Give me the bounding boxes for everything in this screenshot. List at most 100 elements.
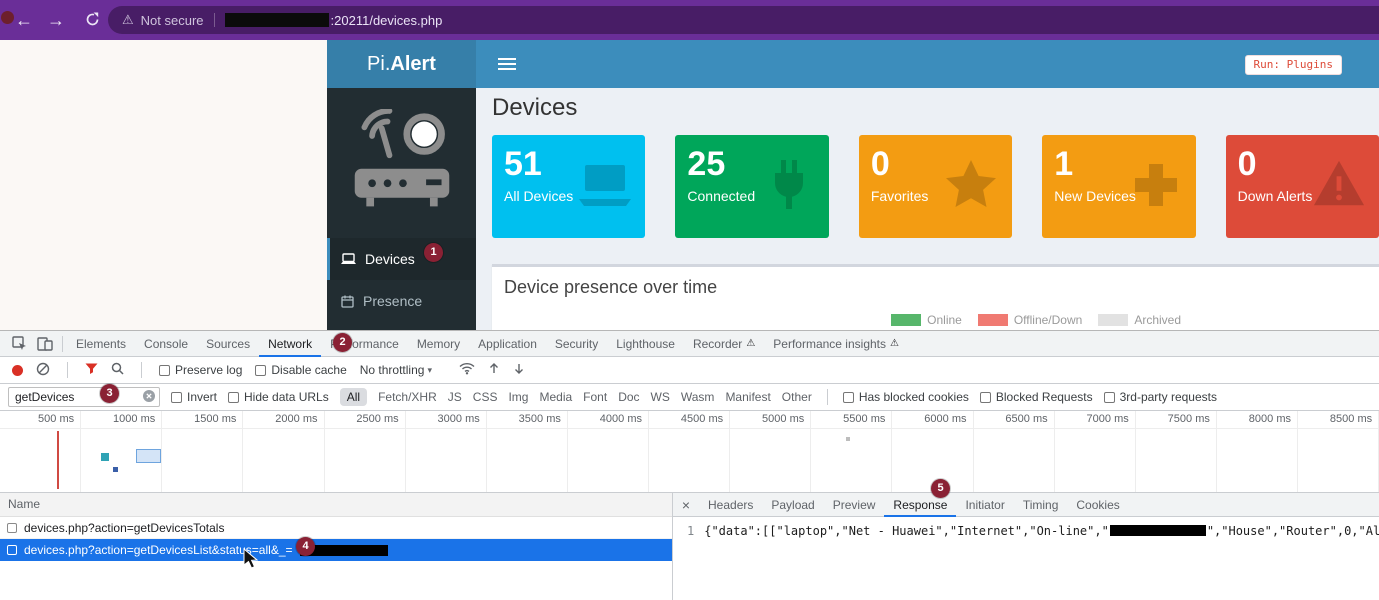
sidebar-item-devices[interactable]: Devices bbox=[327, 238, 476, 280]
filter-type-all[interactable]: All bbox=[340, 388, 367, 406]
clear-button[interactable] bbox=[36, 362, 50, 379]
summary-card-connected[interactable]: 25 Connected bbox=[675, 135, 828, 238]
request-list-header[interactable]: Name bbox=[0, 493, 672, 517]
request-details-panel: × Headers Payload Preview Response Initi… bbox=[672, 493, 1379, 600]
response-suffix: ","House","Router",0,"Always on" bbox=[1207, 524, 1379, 538]
filter-type-doc[interactable]: Doc bbox=[618, 390, 639, 404]
third-party-requests-checkbox[interactable]: 3rd-party requests bbox=[1104, 390, 1217, 404]
network-overview-timeline[interactable]: 500 ms 1000 ms 1500 ms 2000 ms 2500 ms 3… bbox=[0, 411, 1379, 493]
timeline-column: 2000 ms bbox=[243, 411, 324, 492]
details-tab-preview[interactable]: Preview bbox=[824, 493, 885, 517]
checkbox-icon bbox=[171, 392, 182, 403]
legend-item-offline[interactable]: Offline/Down bbox=[978, 313, 1082, 327]
checkbox-icon[interactable] bbox=[7, 523, 17, 533]
presence-panel: Device presence over time Online Offline… bbox=[492, 264, 1379, 330]
details-tab-timing[interactable]: Timing bbox=[1014, 493, 1068, 517]
record-button[interactable] bbox=[12, 365, 23, 376]
filter-type-img[interactable]: Img bbox=[508, 390, 528, 404]
details-tab-cookies[interactable]: Cookies bbox=[1067, 493, 1128, 517]
filter-type-wasm[interactable]: Wasm bbox=[681, 390, 715, 404]
details-tab-headers[interactable]: Headers bbox=[699, 493, 762, 517]
filter-type-fetch-xhr[interactable]: Fetch/XHR bbox=[378, 390, 437, 404]
device-toolbar-icon[interactable] bbox=[32, 337, 58, 351]
devtools-tab-security[interactable]: Security bbox=[546, 331, 607, 357]
invert-checkbox[interactable]: Invert bbox=[171, 390, 217, 404]
request-name: devices.php?action=getDevicesTotals bbox=[24, 521, 224, 535]
import-har-button[interactable] bbox=[488, 362, 500, 378]
devtools-tab-elements[interactable]: Elements bbox=[67, 331, 135, 357]
has-blocked-cookies-checkbox[interactable]: Has blocked cookies bbox=[843, 390, 969, 404]
filter-toggle-button[interactable] bbox=[85, 363, 98, 378]
clear-circle-icon bbox=[143, 390, 155, 402]
devtools-tab-performance-insights[interactable]: Performance insights⚠ bbox=[764, 331, 908, 357]
filter-type-font[interactable]: Font bbox=[583, 390, 607, 404]
filter-type-other[interactable]: Other bbox=[782, 390, 812, 404]
filter-type-manifest[interactable]: Manifest bbox=[725, 390, 770, 404]
legend-swatch-archived bbox=[1098, 314, 1128, 326]
divider bbox=[141, 362, 142, 378]
laptop-icon bbox=[577, 157, 633, 213]
disable-cache-checkbox[interactable]: Disable cache bbox=[255, 363, 346, 377]
page-background bbox=[0, 40, 327, 330]
devtools-tab-recorder[interactable]: Recorder⚠ bbox=[684, 331, 764, 357]
close-icon[interactable]: × bbox=[673, 497, 699, 513]
run-plugins-button[interactable]: Run: Plugins bbox=[1245, 55, 1342, 75]
timeline-column: 2500 ms bbox=[325, 411, 406, 492]
hamburger-menu-icon[interactable] bbox=[498, 63, 516, 65]
filter-type-js[interactable]: JS bbox=[448, 390, 462, 404]
timeline-tick-label: 7000 ms bbox=[1087, 413, 1129, 425]
reload-button[interactable] bbox=[80, 12, 104, 28]
summary-card-down-alerts[interactable]: 0 Down Alerts bbox=[1226, 135, 1379, 238]
throttling-select[interactable]: No throttling▾ bbox=[360, 363, 432, 377]
timeline-column: 7500 ms bbox=[1136, 411, 1217, 492]
hide-data-urls-checkbox[interactable]: Hide data URLs bbox=[228, 390, 329, 404]
disable-cache-label: Disable cache bbox=[271, 363, 346, 377]
devtools-tab-lighthouse[interactable]: Lighthouse bbox=[607, 331, 684, 357]
checkbox-icon[interactable] bbox=[7, 545, 17, 555]
timeline-column: 1500 ms bbox=[162, 411, 243, 492]
legend-label: Archived bbox=[1134, 313, 1181, 327]
network-filter-bar: getDevices Invert Hide data URLs All Fet… bbox=[0, 384, 1379, 411]
legend-item-online[interactable]: Online bbox=[891, 313, 962, 327]
network-conditions-button[interactable] bbox=[459, 362, 475, 378]
network-request-area: Name devices.php?action=getDevicesTotals… bbox=[0, 493, 1379, 600]
clear-filter-button[interactable] bbox=[143, 390, 155, 405]
response-viewer[interactable]: 1 {"data":[["laptop","Net - Huawei","Int… bbox=[673, 517, 1379, 538]
export-har-button[interactable] bbox=[513, 362, 525, 378]
details-tab-payload[interactable]: Payload bbox=[762, 493, 823, 517]
network-filter-input[interactable]: getDevices bbox=[8, 387, 160, 407]
filter-type-css[interactable]: CSS bbox=[473, 390, 498, 404]
sidebar-item-presence[interactable]: Presence bbox=[327, 280, 476, 322]
timeline-request-marker bbox=[846, 437, 850, 441]
details-tab-initiator[interactable]: Initiator bbox=[956, 493, 1013, 517]
timeline-request-marker bbox=[136, 449, 161, 463]
timeline-column: 4000 ms bbox=[568, 411, 649, 492]
request-row-get-devices-totals[interactable]: devices.php?action=getDevicesTotals bbox=[0, 517, 672, 539]
devtools-tab-application[interactable]: Application bbox=[469, 331, 546, 357]
summary-card-favorites[interactable]: 0 Favorites bbox=[859, 135, 1012, 238]
devtools-tab-memory[interactable]: Memory bbox=[408, 331, 469, 357]
devtools-tab-console[interactable]: Console bbox=[135, 331, 197, 357]
search-icon bbox=[111, 362, 124, 375]
summary-card-all-devices[interactable]: 51 All Devices bbox=[492, 135, 645, 238]
reload-icon bbox=[85, 12, 100, 27]
address-bar[interactable]: ⚠ Not secure :20211/devices.php bbox=[108, 6, 1379, 34]
timeline-column: 6000 ms bbox=[892, 411, 973, 492]
step-badge-2: 2 bbox=[333, 333, 352, 352]
legend-item-archived[interactable]: Archived bbox=[1098, 313, 1181, 327]
devtools-tab-network[interactable]: Network bbox=[259, 331, 321, 357]
preserve-log-checkbox[interactable]: Preserve log bbox=[159, 363, 242, 377]
summary-card-new-devices[interactable]: 1 New Devices bbox=[1042, 135, 1195, 238]
filter-type-ws[interactable]: WS bbox=[651, 390, 670, 404]
pialert-brand[interactable]: Pi.Alert bbox=[327, 40, 476, 88]
forward-button[interactable]: → bbox=[44, 0, 68, 40]
devtools-tab-sources[interactable]: Sources bbox=[197, 331, 259, 357]
request-row-get-devices-list[interactable]: devices.php?action=getDevicesList&status… bbox=[0, 539, 672, 561]
back-button[interactable]: ← bbox=[12, 0, 36, 40]
search-button[interactable] bbox=[111, 362, 124, 378]
filter-type-media[interactable]: Media bbox=[539, 390, 572, 404]
timeline-tick-label: 4000 ms bbox=[600, 413, 642, 425]
inspect-element-icon[interactable] bbox=[6, 336, 32, 351]
timeline-tick-label: 6000 ms bbox=[924, 413, 966, 425]
blocked-requests-checkbox[interactable]: Blocked Requests bbox=[980, 390, 1093, 404]
